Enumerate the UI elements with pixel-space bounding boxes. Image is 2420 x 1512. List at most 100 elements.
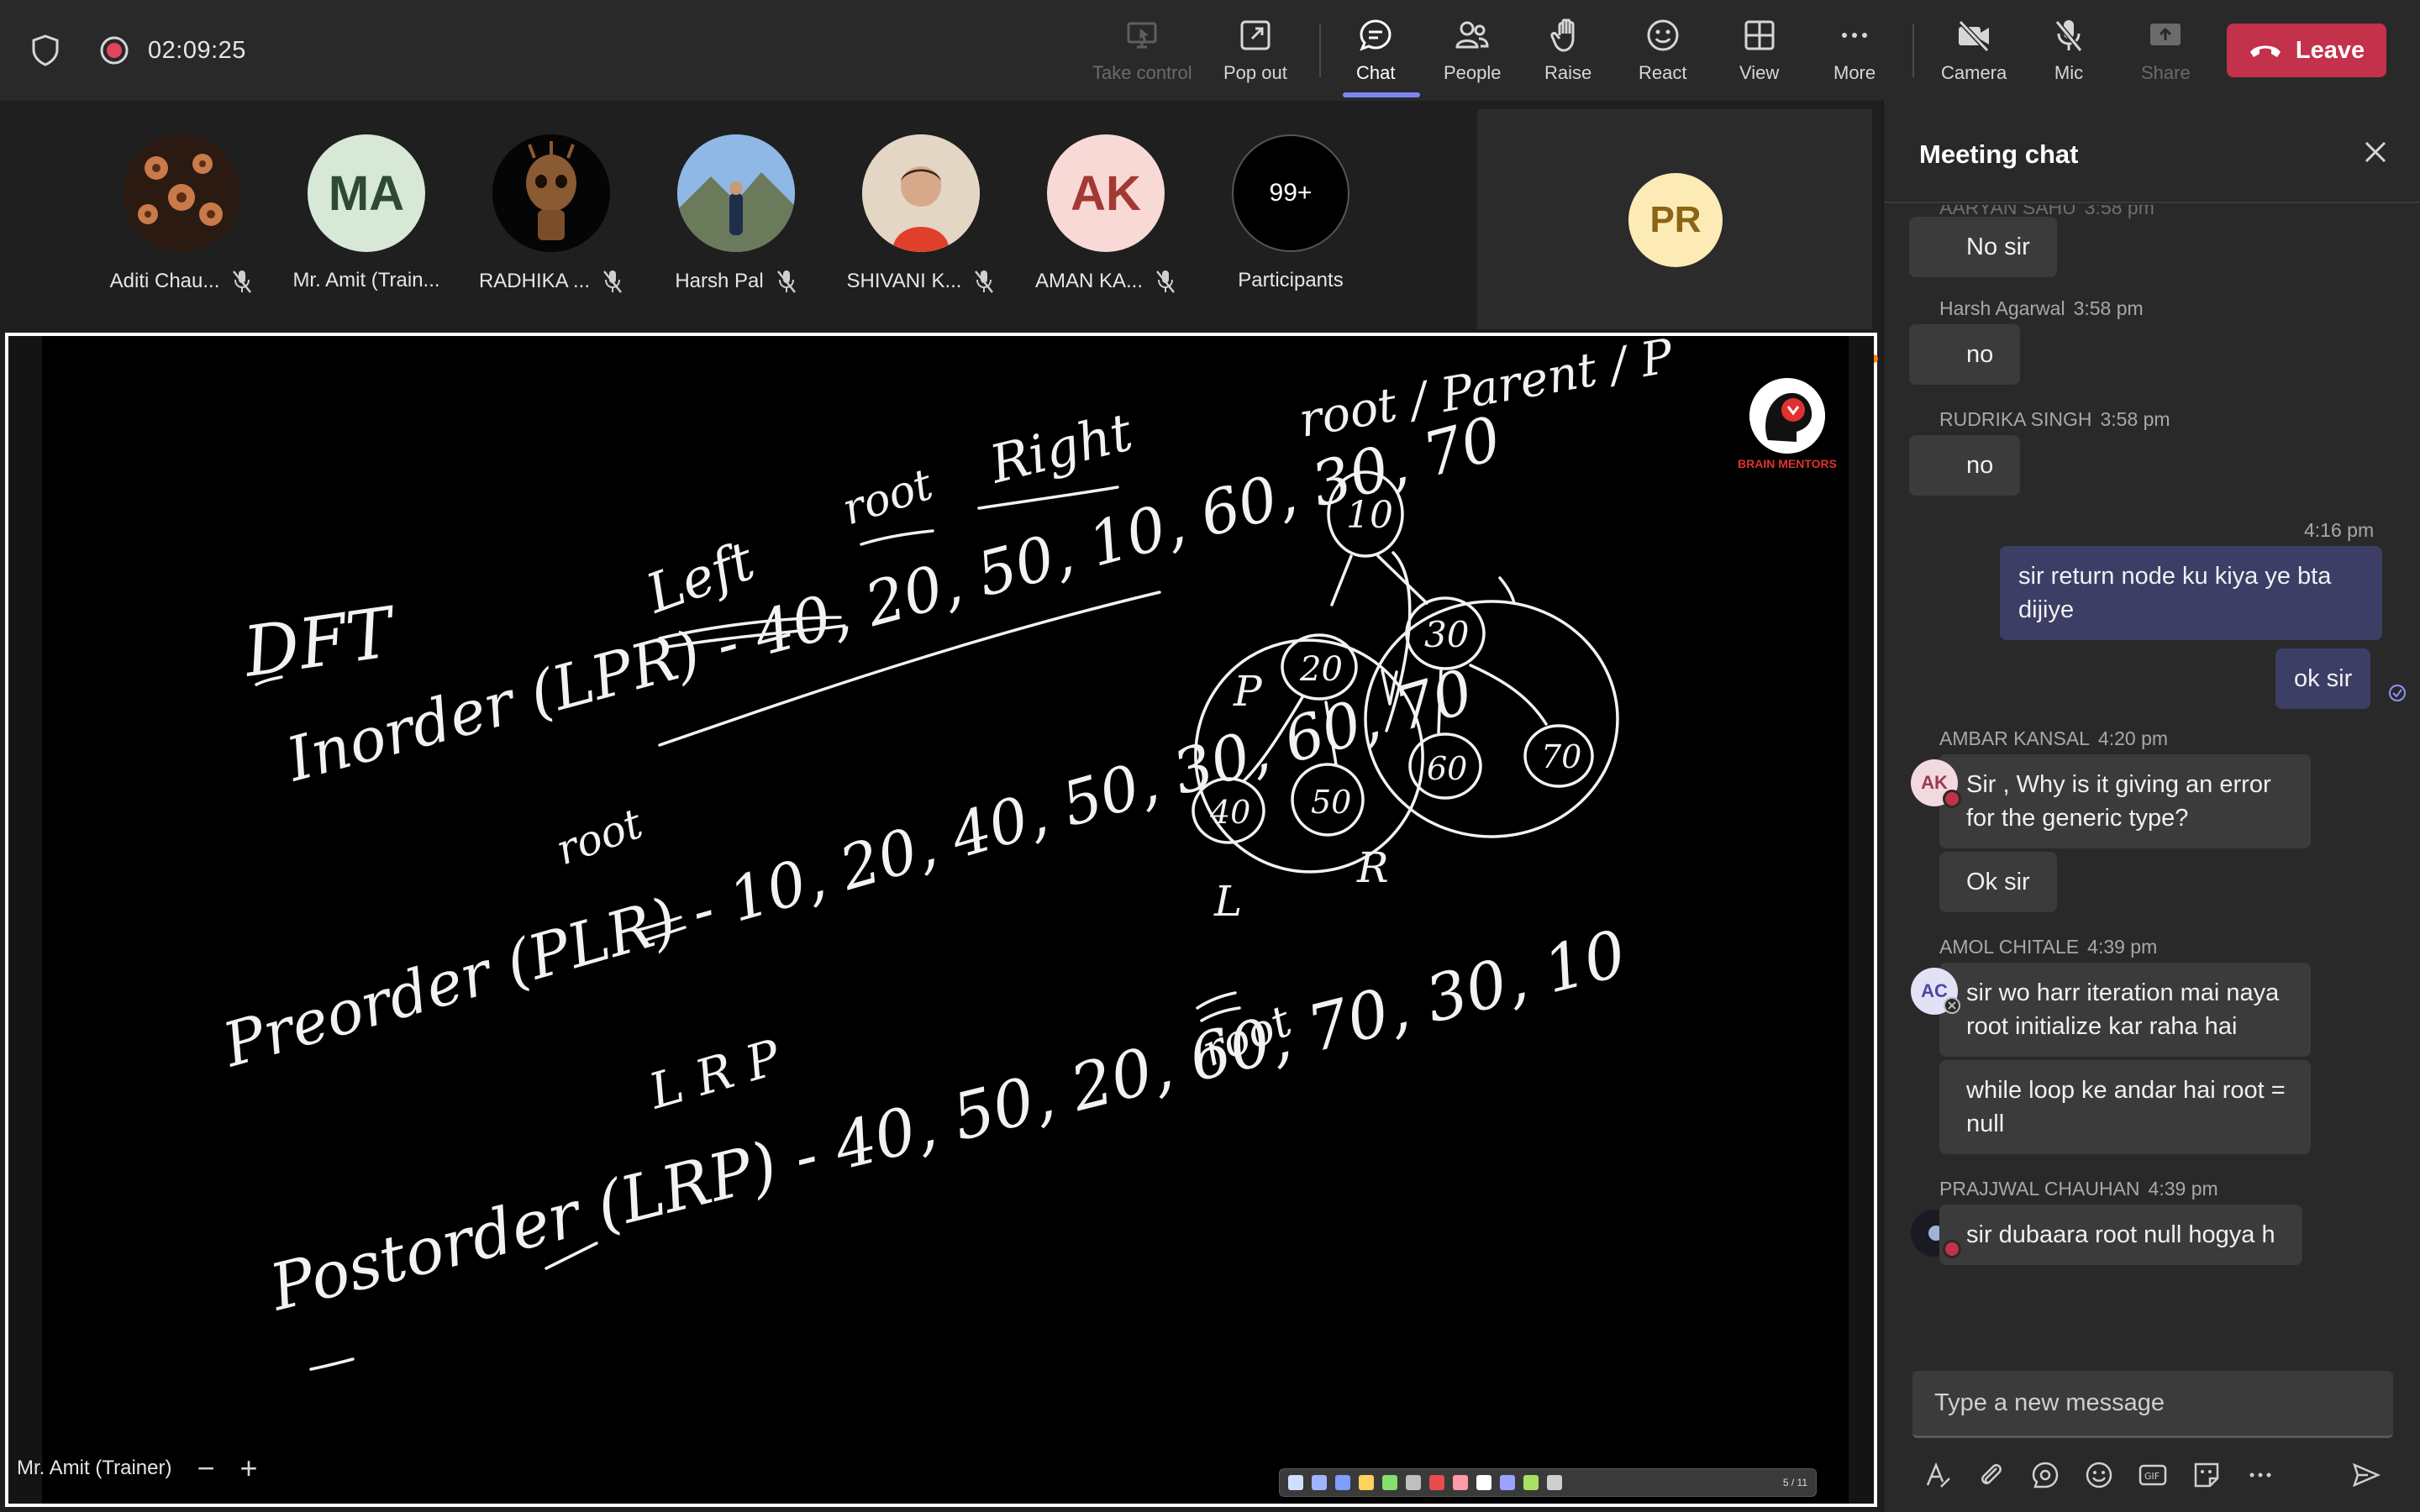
meeting-toolbar: 02:09:25 Take control Pop out Chat Peopl… <box>0 0 2420 101</box>
brain-mentors-logo: BRAIN MENTORS <box>1733 378 1842 470</box>
participant-name: Mr. Amit (Train... <box>292 269 440 291</box>
meeting-chat-panel: Meeting chat AARYAN SAHU 3:58 pm No sir H… <box>1882 101 2420 1512</box>
pointer-tool-icon[interactable] <box>1288 1475 1303 1490</box>
settings-tool-icon[interactable] <box>1547 1475 1562 1490</box>
tree-node-30: 30 <box>1424 614 1469 655</box>
loop-icon[interactable] <box>2030 1460 2060 1490</box>
eraser-tool-icon[interactable] <box>1453 1475 1468 1490</box>
message-bubble[interactable]: no <box>1909 324 2021 385</box>
people-button[interactable]: People <box>1444 17 1502 87</box>
close-icon[interactable] <box>2361 138 2390 166</box>
attach-icon[interactable] <box>1976 1460 2007 1490</box>
tree-node-10: 10 <box>1346 494 1393 537</box>
sender-name: AMBAR KANSAL <box>1939 727 2090 749</box>
raise-label: Raise <box>1544 62 1592 83</box>
view-grid-icon <box>1744 20 1775 50</box>
screen-margin-left <box>8 336 42 1504</box>
postorder-lrp-label: L R P <box>642 1028 787 1120</box>
presence-offline-icon <box>1944 997 1960 1014</box>
toolbar-divider <box>1319 24 1321 77</box>
shape-tool-icon[interactable] <box>1476 1475 1491 1490</box>
color-tool-icon[interactable] <box>1429 1475 1444 1490</box>
raise-hand-button[interactable]: Raise <box>1544 17 1591 87</box>
message-time: 3:58 pm <box>2073 297 2144 319</box>
pen-tool-icon[interactable] <box>1312 1475 1327 1490</box>
message-composer[interactable]: Type a new message <box>1912 1371 2393 1438</box>
message-bubble[interactable]: Sir , Why is it giving an error for the … <box>1939 754 2311 848</box>
participants-link: Participants <box>1238 269 1344 291</box>
flowers-photo-icon <box>123 134 240 252</box>
message-bubble[interactable]: while loop ke andar hai root = null <box>1939 1060 2311 1154</box>
message-meta: AMBAR KANSAL 4:20 pm <box>1939 727 2168 750</box>
zoom-out-button[interactable]: − <box>197 1453 214 1483</box>
highlighter-tool-icon[interactable] <box>1382 1475 1397 1490</box>
line-tool-icon[interactable] <box>1500 1475 1515 1490</box>
format-icon[interactable] <box>1923 1460 1953 1490</box>
emoji-icon[interactable] <box>2084 1460 2114 1490</box>
more-button[interactable]: More <box>1833 17 1876 87</box>
chat-button[interactable]: Chat <box>1356 17 1395 87</box>
sender-name: AMOL CHITALE <box>1939 936 2080 958</box>
pop-out-button[interactable]: Pop out <box>1223 17 1287 87</box>
more-options-icon[interactable] <box>2245 1460 2275 1490</box>
leave-button[interactable]: Leave <box>2227 24 2386 77</box>
pencil-tool-icon[interactable] <box>1359 1475 1374 1490</box>
message-time: 3:58 pm <box>2100 408 2170 430</box>
whiteboard: DFT Left root Right Inorder (LPR) - 40, … <box>42 336 1878 1504</box>
preorder-root-label: root <box>550 799 650 874</box>
participant-tile[interactable]: AK AMAN KA... <box>1022 134 1190 319</box>
camera-button[interactable]: Camera <box>1941 17 2007 87</box>
zoom-in-button[interactable]: + <box>239 1453 257 1483</box>
brain-logo-icon <box>1749 378 1825 454</box>
message-bubble[interactable]: No sir <box>1909 217 2057 277</box>
message-bubble[interactable]: sir wo harr iteration mai naya root init… <box>1939 963 2311 1057</box>
mic-muted-icon <box>776 270 796 293</box>
participant-tile[interactable]: Harsh Pal <box>652 134 820 319</box>
avatar <box>492 134 610 252</box>
presenter-controls: Mr. Amit (Trainer) − + <box>17 1443 258 1494</box>
message-time: 4:39 pm <box>2087 936 2158 958</box>
message-bubble[interactable]: Ok sir <box>1939 852 2057 912</box>
avatar <box>677 134 795 252</box>
raise-hand-icon <box>1550 18 1575 52</box>
recording-icon <box>100 36 129 65</box>
composer-placeholder: Type a new message <box>1934 1389 2165 1416</box>
send-icon[interactable] <box>2351 1460 2381 1490</box>
avatar <box>862 134 980 252</box>
dft-label: DFT <box>238 592 402 693</box>
message-bubble[interactable]: ok sir <box>2275 648 2371 709</box>
message-bubble[interactable]: sir return node ku kiya ye bta dijiye <box>2000 546 2382 640</box>
composer-toolbar: GIF <box>1923 1453 2410 1495</box>
gif-icon[interactable]: GIF <box>2138 1460 2168 1490</box>
participant-name: RADHIKA ... <box>478 270 591 292</box>
participant-tile[interactable]: RADHIKA ... <box>467 134 635 319</box>
meeting-status: 02:09:25 <box>30 30 246 71</box>
pen2-tool-icon[interactable] <box>1335 1475 1350 1490</box>
message-time: 4:16 pm <box>2304 519 2375 541</box>
react-label: React <box>1639 62 1687 83</box>
mic-button[interactable]: Mic <box>2050 17 2087 87</box>
take-control-button[interactable]: Take control <box>1092 17 1192 87</box>
text-tool-icon[interactable] <box>1406 1475 1421 1490</box>
view-button[interactable]: View <box>1739 17 1779 87</box>
participants-overflow[interactable]: 99+ Participants <box>1207 134 1375 319</box>
share-screen-icon <box>2150 24 2181 45</box>
share-button[interactable]: Share <box>2141 17 2191 87</box>
participant-tile[interactable]: Aditi Chau... <box>97 134 266 319</box>
message-bubble[interactable]: no <box>1909 435 2021 496</box>
mic-muted-icon <box>603 270 622 293</box>
svg-text:GIF: GIF <box>2144 1471 2160 1482</box>
message-bubble[interactable]: sir dubaara root null hogya h <box>1939 1205 2302 1265</box>
participant-tile[interactable]: SHIVANI K... <box>837 134 1005 319</box>
people-icon <box>1455 21 1489 49</box>
fill-tool-icon[interactable] <box>1523 1475 1539 1490</box>
participant-tile[interactable]: MA Mr. Amit (Train... <box>282 134 450 319</box>
self-video-tile[interactable]: PR <box>1477 109 1872 329</box>
message-meta: PRAJJWAL CHAUHAN 4:39 pm <box>1939 1178 2218 1200</box>
annotation-toolbar[interactable]: 5 / 11 <box>1279 1468 1817 1497</box>
sender-name: PRAJJWAL CHAUHAN <box>1939 1178 2140 1200</box>
react-button[interactable]: React <box>1639 17 1686 87</box>
camera-off-icon <box>1958 19 1990 53</box>
mic-muted-icon <box>233 270 252 293</box>
sticker-icon[interactable] <box>2191 1460 2222 1490</box>
